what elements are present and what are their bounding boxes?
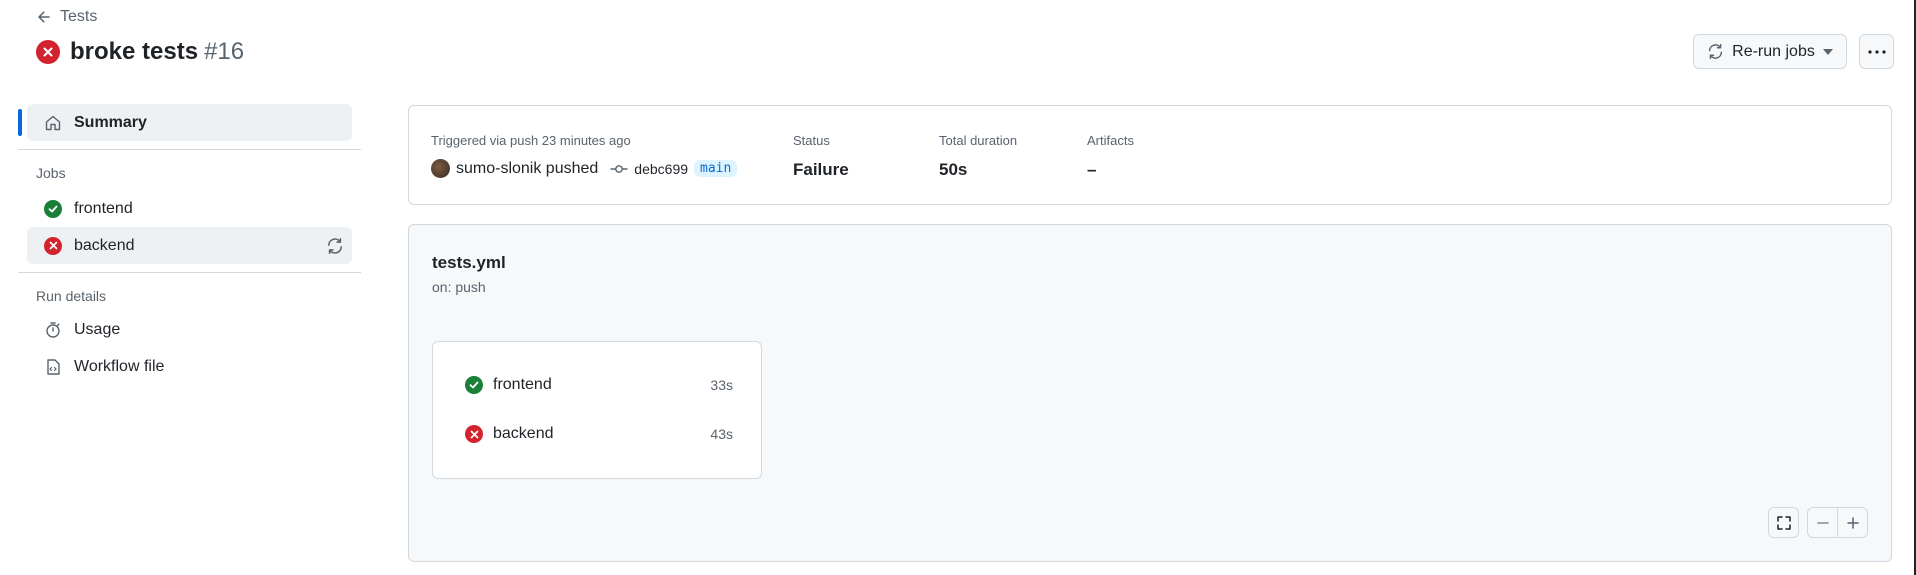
triggered-text: Triggered via push 23 minutes ago bbox=[431, 133, 631, 148]
more-options-button[interactable] bbox=[1859, 34, 1894, 69]
sidebar-item-usage[interactable]: Usage bbox=[27, 311, 352, 348]
artifacts-info: Artifacts – bbox=[1087, 133, 1134, 180]
status-label: Status bbox=[793, 133, 830, 148]
arrow-left-icon bbox=[38, 11, 50, 23]
rerun-jobs-label: Re-run jobs bbox=[1732, 42, 1815, 60]
rerun-jobs-button[interactable]: Re-run jobs bbox=[1693, 34, 1847, 69]
failure-icon bbox=[465, 425, 483, 443]
zoom-in-button[interactable] bbox=[1837, 507, 1868, 538]
sidebar-item-frontend[interactable]: frontend bbox=[27, 190, 352, 227]
minus-icon bbox=[1816, 521, 1829, 524]
plus-icon bbox=[1846, 516, 1859, 529]
graph-job-name: backend bbox=[493, 425, 554, 442]
success-icon bbox=[465, 376, 483, 394]
duration-info: Total duration 50s bbox=[939, 133, 1017, 180]
sidebar-item-summary-label: Summary bbox=[74, 113, 147, 131]
zoom-out-button[interactable] bbox=[1807, 507, 1838, 538]
stopwatch-icon bbox=[46, 321, 60, 338]
branch-badge[interactable]: main bbox=[694, 160, 738, 177]
fullscreen-icon bbox=[1776, 515, 1791, 530]
status-value: Failure bbox=[793, 160, 849, 179]
sidebar-item-backend-label: backend bbox=[74, 236, 135, 254]
git-commit-icon bbox=[610, 164, 628, 173]
status-info: Status Failure bbox=[793, 133, 849, 180]
sync-icon bbox=[1709, 43, 1723, 60]
duration-label: Total duration bbox=[939, 133, 1018, 148]
trigger-info: Triggered via push 23 minutes ago sumo-s… bbox=[431, 133, 738, 178]
graph-job-backend[interactable]: backend 43s bbox=[465, 425, 733, 443]
workflow-trigger: on: push bbox=[432, 279, 486, 295]
failure-icon bbox=[44, 236, 62, 255]
failure-status-icon bbox=[36, 40, 60, 64]
duration-value: 50s bbox=[939, 160, 968, 179]
page-title: broke tests #16 bbox=[70, 38, 245, 65]
graph-job-name: frontend bbox=[493, 376, 552, 393]
sidebar-item-summary[interactable]: Summary bbox=[18, 104, 352, 141]
fullscreen-button[interactable] bbox=[1768, 507, 1799, 538]
sidebar-divider bbox=[18, 272, 361, 273]
active-indicator bbox=[18, 109, 22, 136]
run-summary-card: Triggered via push 23 minutes ago sumo-s… bbox=[408, 105, 1892, 205]
job-group: frontend 33s backend 43s bbox=[432, 341, 762, 479]
artifacts-value: – bbox=[1087, 160, 1097, 179]
sidebar-item-backend[interactable]: backend bbox=[27, 227, 352, 264]
jobs-heading: Jobs bbox=[36, 165, 66, 181]
run-title-row: broke tests #16 bbox=[36, 38, 244, 66]
sidebar-item-usage-label: Usage bbox=[74, 320, 121, 338]
sidebar-divider bbox=[18, 149, 361, 150]
workflow-graph-card: tests.yml on: push frontend 33s backend … bbox=[408, 224, 1892, 562]
graph-job-frontend[interactable]: frontend 33s bbox=[465, 376, 733, 394]
back-link[interactable]: Tests bbox=[36, 8, 97, 26]
commit-sha-link[interactable]: debc699 bbox=[634, 161, 688, 177]
artifacts-label: Artifacts bbox=[1087, 133, 1134, 148]
graph-job-duration: 33s bbox=[710, 377, 733, 393]
sidebar-item-frontend-label: frontend bbox=[74, 199, 133, 217]
caret-down-icon bbox=[1822, 48, 1833, 55]
run-number: #16 bbox=[204, 38, 245, 65]
home-icon bbox=[45, 115, 61, 130]
workflow-file-name[interactable]: tests.yml bbox=[432, 253, 506, 273]
rerun-job-icon[interactable] bbox=[326, 237, 344, 255]
sidebar: Summary Jobs frontend backend Run detail… bbox=[18, 104, 361, 385]
actor-text[interactable]: sumo-slonik pushed bbox=[456, 160, 598, 178]
file-code-icon bbox=[47, 358, 60, 375]
kebab-horizontal-icon bbox=[1867, 49, 1886, 54]
back-link-label: Tests bbox=[60, 8, 98, 25]
sidebar-item-workflow-file[interactable]: Workflow file bbox=[27, 348, 352, 385]
sidebar-item-workflow-file-label: Workflow file bbox=[74, 357, 165, 375]
graph-job-duration: 43s bbox=[710, 426, 733, 442]
avatar[interactable] bbox=[431, 159, 450, 178]
run-details-heading: Run details bbox=[36, 288, 107, 304]
success-icon bbox=[44, 199, 62, 218]
